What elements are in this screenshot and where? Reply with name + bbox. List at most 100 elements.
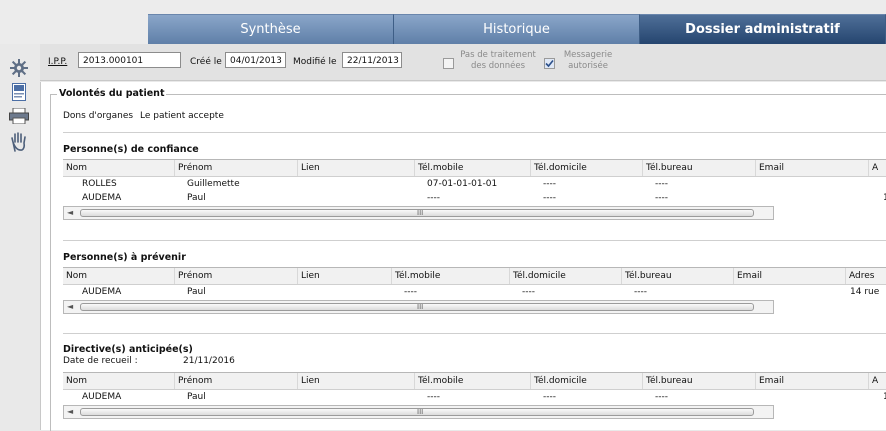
pas-traitement-checkbox[interactable] xyxy=(443,58,454,69)
table-row[interactable]: AUDEMA Paul ---- ---- ---- 1 xyxy=(63,191,886,205)
table-header: Nom Prénom Lien Tél.mobile Tél.domicile … xyxy=(63,160,886,177)
column-header-email[interactable]: Email xyxy=(756,160,869,176)
date-recueil-value: 21/11/2016 xyxy=(183,356,235,366)
column-header-nom[interactable]: Nom xyxy=(63,160,175,176)
scroll-thumb[interactable]: III xyxy=(80,408,754,416)
column-header-lien[interactable]: Lien xyxy=(298,268,392,284)
scroll-grip: III xyxy=(417,303,424,311)
column-header-adresse[interactable]: A xyxy=(869,160,886,176)
prevenir-title: Personne(s) à prévenir xyxy=(63,252,186,263)
column-header-tel-mobile[interactable]: Tél.mobile xyxy=(415,373,531,389)
ipp-label: I.P.P. xyxy=(48,57,68,67)
cell-tel-bureau: ---- xyxy=(655,193,668,203)
confiance-table: Nom Prénom Lien Tél.mobile Tél.domicile … xyxy=(63,159,886,220)
dons-value: Le patient accepte xyxy=(140,111,224,121)
scroll-left-arrow-icon[interactable]: ◄ xyxy=(67,407,73,416)
checkmark-icon xyxy=(545,59,554,68)
horizontal-scrollbar[interactable]: ◄ III xyxy=(63,405,774,419)
horizontal-scrollbar[interactable]: ◄ III xyxy=(63,206,774,220)
ipp-field[interactable]: 2013.000101 xyxy=(78,52,181,68)
separator xyxy=(63,240,886,241)
cell-tel-mobile: ---- xyxy=(427,392,440,402)
cell-nom: AUDEMA xyxy=(82,193,122,203)
messagerie-label: Messagerie autorisée xyxy=(563,50,613,71)
column-header-email[interactable]: Email xyxy=(756,373,869,389)
cell-tel-mobile: ---- xyxy=(404,287,417,297)
messagerie-checkbox[interactable] xyxy=(544,58,555,69)
cell-tel-domicile: ---- xyxy=(543,179,556,189)
column-header-adresse[interactable]: Adres xyxy=(846,268,886,284)
column-header-email[interactable]: Email xyxy=(734,268,846,284)
column-header-nom[interactable]: Nom xyxy=(63,268,175,284)
column-header-prenom[interactable]: Prénom xyxy=(175,268,298,284)
patient-header: I.P.P. 2013.000101 Créé le 04/01/2013 Mo… xyxy=(40,44,886,81)
cree-date-field[interactable]: 04/01/2013 xyxy=(225,52,286,68)
cell-prenom: Guillemette xyxy=(187,179,240,189)
modifie-label: Modifié le xyxy=(293,57,337,67)
prevenir-table: Nom Prénom Lien Tél.mobile Tél.domicile … xyxy=(63,267,886,314)
cell-adresse: 14 rue xyxy=(850,287,880,297)
scroll-thumb[interactable]: III xyxy=(80,303,754,311)
column-header-nom[interactable]: Nom xyxy=(63,373,175,389)
table-header: Nom Prénom Lien Tél.mobile Tél.domicile … xyxy=(63,373,886,390)
confiance-title: Personne(s) de confiance xyxy=(63,144,199,155)
cell-tel-mobile: 07-01-01-01-01 xyxy=(427,179,498,189)
separator xyxy=(63,333,886,334)
column-header-tel-mobile[interactable]: Tél.mobile xyxy=(415,160,531,176)
table-header: Nom Prénom Lien Tél.mobile Tél.domicile … xyxy=(63,268,886,285)
cree-label: Créé le xyxy=(190,57,222,67)
column-header-prenom[interactable]: Prénom xyxy=(175,373,298,389)
modifie-date-field[interactable]: 22/11/2013 xyxy=(342,52,402,68)
main-panel: Volontés du patient Dons d'organes Le pa… xyxy=(40,82,886,431)
cell-tel-bureau: ---- xyxy=(655,392,668,402)
patient-card-icon[interactable] xyxy=(9,82,29,102)
cell-tel-bureau: ---- xyxy=(655,179,668,189)
cell-tel-domicile: ---- xyxy=(522,287,535,297)
tab-bar: Synthèse Historique Dossier administrati… xyxy=(0,0,886,44)
volontes-group: Volontés du patient Dons d'organes Le pa… xyxy=(50,88,886,431)
column-header-tel-bureau[interactable]: Tél.bureau xyxy=(643,160,756,176)
table-row[interactable]: AUDEMA Paul ---- ---- ---- 14 rue xyxy=(63,285,886,299)
column-header-tel-bureau[interactable]: Tél.bureau xyxy=(622,268,734,284)
cell-tel-bureau: ---- xyxy=(634,287,647,297)
scroll-left-arrow-icon[interactable]: ◄ xyxy=(67,208,73,217)
cell-prenom: Paul xyxy=(187,193,206,203)
tab-dossier-administratif[interactable]: Dossier administratif xyxy=(640,14,886,44)
tabs: Synthèse Historique Dossier administrati… xyxy=(148,14,886,44)
table-row[interactable]: ROLLES Guillemette 07-01-01-01-01 ---- -… xyxy=(63,177,886,191)
column-header-lien[interactable]: Lien xyxy=(298,373,415,389)
cell-nom: AUDEMA xyxy=(82,392,122,402)
column-header-tel-mobile[interactable]: Tél.mobile xyxy=(392,268,510,284)
separator xyxy=(63,132,886,133)
directive-table: Nom Prénom Lien Tél.mobile Tél.domicile … xyxy=(63,372,886,419)
hand-icon[interactable] xyxy=(9,132,29,152)
horizontal-scrollbar[interactable]: ◄ III xyxy=(63,300,774,314)
date-recueil-label: Date de recueil : xyxy=(63,356,138,366)
scroll-left-arrow-icon[interactable]: ◄ xyxy=(67,302,73,311)
scroll-grip: III xyxy=(417,209,424,217)
scroll-grip: III xyxy=(417,408,424,416)
column-header-tel-domicile[interactable]: Tél.domicile xyxy=(531,160,643,176)
cell-nom: AUDEMA xyxy=(82,287,122,297)
directive-title: Directive(s) anticipée(s) xyxy=(63,344,193,355)
dons-label: Dons d'organes xyxy=(63,111,134,121)
gear-icon[interactable] xyxy=(9,58,29,78)
tab-historique[interactable]: Historique xyxy=(394,14,640,44)
cell-prenom: Paul xyxy=(187,287,206,297)
cell-nom: ROLLES xyxy=(82,179,117,189)
column-header-tel-domicile[interactable]: Tél.domicile xyxy=(510,268,622,284)
cell-prenom: Paul xyxy=(187,392,206,402)
column-header-prenom[interactable]: Prénom xyxy=(175,160,298,176)
left-toolbar xyxy=(0,44,34,430)
table-row[interactable]: AUDEMA Paul ---- ---- ---- 1 xyxy=(63,390,886,404)
cell-tel-domicile: ---- xyxy=(543,193,556,203)
column-header-adresse[interactable]: A xyxy=(869,373,886,389)
column-header-tel-bureau[interactable]: Tél.bureau xyxy=(643,373,756,389)
column-header-tel-domicile[interactable]: Tél.domicile xyxy=(531,373,643,389)
scroll-thumb[interactable]: III xyxy=(80,209,754,217)
printer-icon[interactable] xyxy=(9,106,29,126)
cell-tel-mobile: ---- xyxy=(427,193,440,203)
cell-tel-domicile: ---- xyxy=(543,392,556,402)
column-header-lien[interactable]: Lien xyxy=(298,160,415,176)
tab-synthese[interactable]: Synthèse xyxy=(148,14,394,44)
